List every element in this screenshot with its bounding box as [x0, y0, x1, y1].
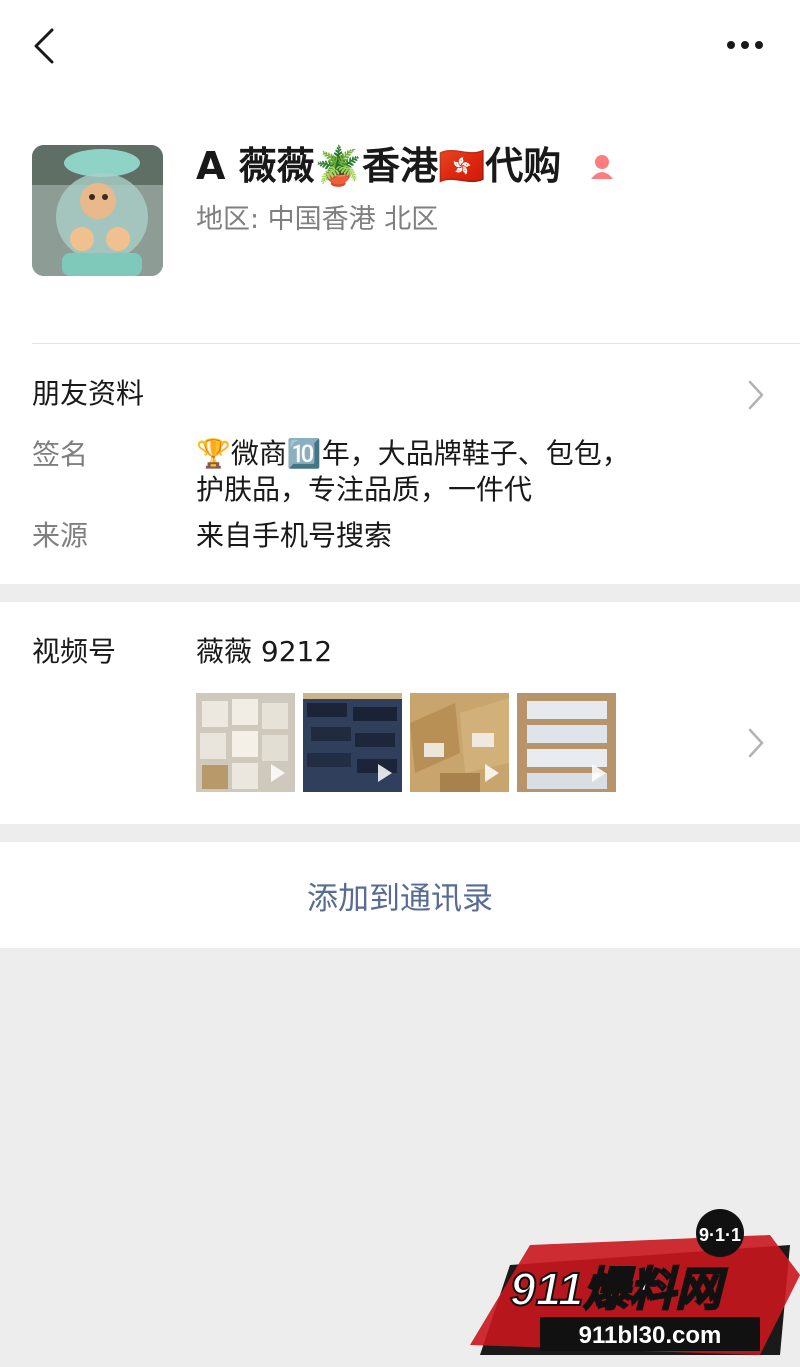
profile-name: A 薇薇🪴香港🇭🇰代购	[196, 144, 562, 188]
avatar[interactable]	[32, 145, 163, 276]
more-dots-icon	[727, 41, 763, 49]
channels-name[interactable]: 薇薇 9212	[196, 634, 332, 670]
signature-text: 🏆微商🔟年，大品牌鞋子、包包，护肤品，专注品质，一件代	[196, 437, 630, 506]
more-button[interactable]	[722, 30, 768, 60]
source-text: 来自手机号搜索	[196, 519, 393, 552]
channels-thumbnail[interactable]	[196, 693, 295, 792]
female-icon	[590, 155, 613, 179]
chevron-right-icon	[748, 380, 764, 410]
chevron-right-icon	[748, 728, 764, 758]
back-button[interactable]	[26, 24, 66, 68]
signature-label: 签名	[32, 438, 89, 471]
play-icon	[378, 764, 392, 782]
channels-thumbnail[interactable]	[517, 693, 616, 792]
channels-thumbnail[interactable]	[303, 693, 402, 792]
channels-label: 视频号	[32, 635, 117, 668]
profile-region: 地区: 中国香港 北区	[196, 204, 439, 235]
avatar-image	[32, 145, 163, 276]
friend-info-chevron[interactable]	[746, 378, 766, 416]
channels-chevron[interactable]	[746, 726, 766, 764]
play-icon	[592, 764, 606, 782]
chevron-left-icon	[34, 28, 54, 64]
play-icon	[271, 764, 285, 782]
source-label: 来源	[32, 519, 89, 552]
watermark-logo: 9·1·1 911爆料网 911bl30.com	[470, 1205, 800, 1363]
play-icon	[485, 764, 499, 782]
watermark-url: 911bl30.com	[579, 1322, 722, 1349]
watermark-title: 911爆料网	[510, 1263, 727, 1315]
watermark-badge: 9·1·1	[699, 1225, 741, 1245]
add-to-contacts-button[interactable]: 添加到通讯录	[0, 842, 800, 948]
profile-name-row: A 薇薇🪴香港🇭🇰代购	[196, 140, 617, 192]
divider	[32, 343, 800, 344]
friend-info-title[interactable]: 朋友资料	[32, 374, 144, 414]
channels-thumbnail[interactable]	[410, 693, 509, 792]
